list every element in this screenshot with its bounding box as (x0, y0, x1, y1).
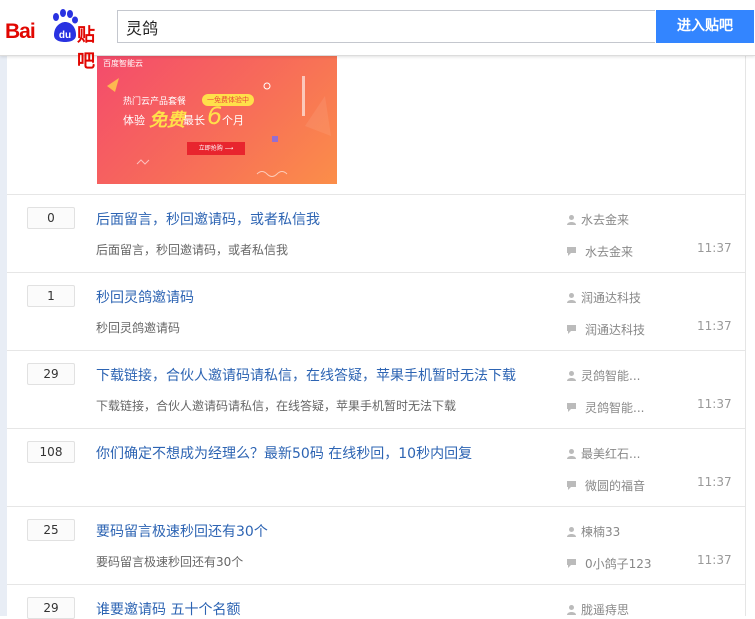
user-icon (567, 293, 576, 303)
ad-experience-text: 体验 (123, 114, 145, 127)
thread-title-link[interactable]: 下载链接，合伙人邀请码请私信，在线答疑，苹果手机暂时无法下载 (96, 365, 516, 385)
replier-name: 水去金来 (585, 245, 634, 259)
replier-name: 微圆的福音 (585, 479, 646, 493)
comment-icon (567, 481, 576, 490)
search-input[interactable] (117, 10, 655, 43)
reply-count: 108 (27, 441, 75, 463)
last-replier[interactable]: 0小鸽子123 (566, 555, 652, 572)
ad-buy-now-button[interactable]: 立即抢购 ⟶ (187, 142, 245, 155)
last-replier[interactable]: 微圆的福音 (566, 477, 645, 494)
user-icon (567, 371, 576, 381)
thread-row: 29 谁要邀请码 五十个名额 胧遥痔思 (7, 584, 745, 619)
last-replier[interactable]: 水去金来 (566, 243, 633, 260)
enter-tieba-button[interactable]: 进入贴吧 (656, 10, 754, 43)
user-icon (567, 449, 576, 459)
author-name: 灵鸽智能... (581, 369, 641, 383)
top-search-bar: Bai du 贴吧 进入贴吧 (0, 0, 755, 72)
last-replier[interactable]: 润通达科技 (566, 321, 645, 338)
thread-author[interactable]: 胧遥痔思 (566, 601, 629, 618)
thread-author[interactable]: 灵鸽智能... (566, 367, 640, 384)
reply-count: 0 (27, 207, 75, 229)
ad-six-text: 6 (207, 102, 223, 130)
user-icon (567, 605, 576, 615)
reply-count: 1 (27, 285, 75, 307)
comment-icon (567, 247, 576, 256)
thread-title-link[interactable]: 你们确定不想成为经理么？最新50码 在线秒回，10秒内回复 (96, 443, 472, 463)
comment-icon (567, 559, 576, 568)
user-icon (567, 215, 576, 225)
thread-row: 25 要码留言极速秒回还有30个 要码留言极速秒回还有30个 楝楠33 0小鸽子… (7, 506, 745, 585)
left-page-edge (0, 0, 7, 616)
right-column-divider (745, 56, 746, 616)
logo-bai-text: Bai (5, 20, 36, 43)
author-name: 最美红石... (581, 447, 641, 461)
last-reply-time: 11:37 (697, 475, 732, 489)
thread-title-link[interactable]: 要码留言极速秒回还有30个 (96, 521, 268, 541)
ad-banner[interactable]: 百度智能云 热门云产品套餐 一免费体验中 体验 免费 最长 6 个月 立即抢购 … (97, 56, 337, 184)
thread-abstract: 秒回灵鸽邀请码 (96, 321, 181, 335)
thread-title-link[interactable]: 谁要邀请码 五十个名额 (96, 599, 240, 619)
last-reply-time: 11:37 (697, 241, 732, 255)
thread-author[interactable]: 水去金来 (566, 211, 629, 228)
thread-abstract: 要码留言极速秒回还有30个 (96, 555, 244, 569)
author-name: 润通达科技 (581, 291, 642, 305)
ad-free-text: 免费 (149, 110, 185, 131)
replier-name: 0小鸽子123 (585, 557, 652, 571)
reply-count: 29 (27, 363, 75, 385)
replier-name: 润通达科技 (585, 323, 646, 337)
author-name: 楝楠33 (581, 525, 621, 539)
thread-abstract: 下载链接，合伙人邀请码请私信，在线答疑，苹果手机暂时无法下载 (96, 399, 457, 413)
comment-icon (567, 403, 576, 412)
comment-icon (567, 325, 576, 334)
last-replier[interactable]: 灵鸽智能... (566, 399, 644, 416)
ad-brand: 百度智能云 (103, 59, 143, 68)
thread-title-link[interactable]: 秒回灵鸽邀请码 (96, 287, 194, 307)
ad-decorative-bar (302, 76, 305, 116)
thread-author[interactable]: 最美红石... (566, 445, 640, 462)
last-reply-time: 11:37 (697, 319, 732, 333)
thread-row: 1 秒回灵鸽邀请码 秒回灵鸽邀请码 润通达科技 润通达科技 11:37 (7, 272, 745, 351)
logo-du-text: du (59, 30, 71, 41)
thread-row: 108 你们确定不想成为经理么？最新50码 在线秒回，10秒内回复 最美红石..… (7, 428, 745, 507)
author-name: 胧遥痔思 (581, 603, 630, 617)
thread-author[interactable]: 楝楠33 (566, 523, 620, 540)
thread-author[interactable]: 润通达科技 (566, 289, 641, 306)
thread-row: 29 下载链接，合伙人邀请码请私信，在线答疑，苹果手机暂时无法下载 下载链接，合… (7, 350, 745, 429)
last-reply-time: 11:37 (697, 397, 732, 411)
thread-abstract: 后面留言，秒回邀请码，或者私信我 (96, 243, 289, 257)
replier-name: 灵鸽智能... (585, 401, 645, 415)
user-icon (567, 527, 576, 537)
last-reply-time: 11:37 (697, 553, 732, 567)
baidu-paw-icon: du (53, 9, 78, 42)
author-name: 水去金来 (581, 213, 630, 227)
thread-title-link[interactable]: 后面留言，秒回邀请码，或者私信我 (96, 209, 320, 229)
baidu-tieba-logo[interactable]: Bai du 贴吧 (5, 9, 109, 72)
ad-months-text: 个月 (222, 114, 244, 127)
logo-tieba-text: 贴吧 (77, 25, 95, 72)
thread-row: 0 后面留言，秒回邀请码，或者私信我 后面留言，秒回邀请码，或者私信我 水去金来… (7, 194, 745, 273)
reply-count: 25 (27, 519, 75, 541)
ad-longest-text: 最长 (183, 114, 205, 127)
